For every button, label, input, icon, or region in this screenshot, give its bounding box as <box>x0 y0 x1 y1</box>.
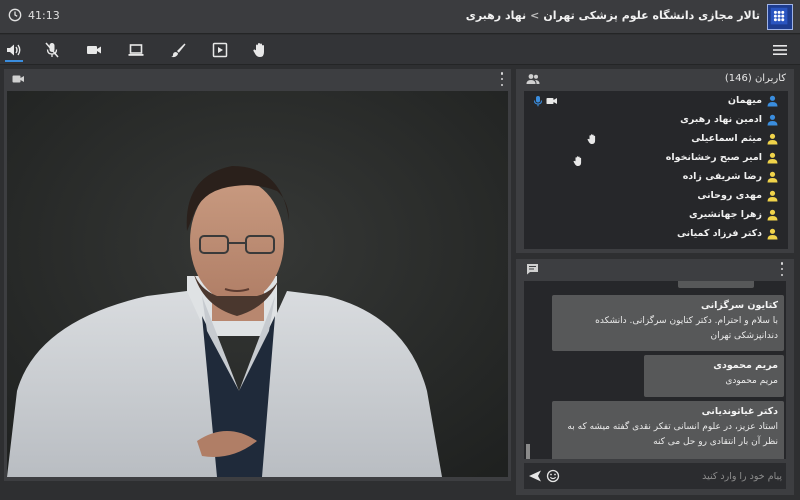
camera-icon <box>546 98 557 104</box>
message-sender: کتایون سرگزانی <box>700 300 778 311</box>
user-row[interactable]: میهمان <box>524 92 788 111</box>
message-text: مریم محمودی <box>725 376 778 386</box>
user-name: رضا شریفی زاده <box>682 171 762 182</box>
play-box-icon <box>212 42 228 58</box>
video-panel-header <box>4 69 511 89</box>
user-row[interactable]: زهرا جهانشیری <box>524 206 788 225</box>
chat-options-menu-icon[interactable] <box>779 262 785 276</box>
user-row[interactable]: میثم اسماعیلی <box>524 130 788 149</box>
presenter-video-image <box>7 91 508 477</box>
microphone-off-icon <box>45 42 59 58</box>
whiteboard-button[interactable] <box>167 40 189 60</box>
university-logo <box>767 4 793 30</box>
user-role-icon <box>767 228 778 240</box>
user-name: ادمین نهاد رهبری <box>680 114 762 125</box>
microphone-icon <box>533 96 543 107</box>
raised-hand-icon <box>587 134 596 144</box>
message-text: استاد عزیز، در علوم انسانی تفکر نقدی گفت… <box>567 422 778 447</box>
room-name: تالار مجازی دانشگاه علوم پزشکی تهران <box>543 9 760 22</box>
active-tool-indicator <box>5 60 23 62</box>
user-name: امیر صبح رخشانخواه <box>665 152 762 163</box>
chat-message: کتایون سرگزانی با سلام و احترام. دکتر کت… <box>552 295 784 351</box>
clock-icon <box>8 8 22 22</box>
raise-hand-button[interactable] <box>249 40 271 60</box>
user-role-icon <box>767 95 778 107</box>
user-name: میثم اسماعیلی <box>691 133 762 144</box>
chat-panel: کتایون سرگزانی با سلام و احترام. دکتر کت… <box>516 259 794 495</box>
chat-message <box>678 281 754 288</box>
user-role-icon <box>767 171 778 183</box>
camera-icon <box>87 46 101 54</box>
chat-input-bar <box>524 463 786 489</box>
top-bar: 41:13 تالار مجازی دانشگاه علوم پزشکی تهر… <box>0 0 800 34</box>
chat-message: مریم محمودی مریم محمودی <box>644 355 784 397</box>
speaker-icon <box>7 44 21 56</box>
breadcrumb: تالار مجازی دانشگاه علوم پزشکی تهران>نها… <box>466 9 760 22</box>
user-role-icon <box>767 133 778 145</box>
user-row[interactable]: رضا شریفی زاده <box>524 168 788 187</box>
user-name: مهدی روحانی <box>697 190 762 201</box>
brush-icon <box>171 43 186 58</box>
speaker-button[interactable] <box>3 40 25 60</box>
logo-emblem-icon <box>770 7 788 25</box>
message-sender: دکتر غیاثوندیانی <box>701 406 778 417</box>
chat-bubble-icon <box>527 264 538 275</box>
timer-text: 41:13 <box>28 8 60 22</box>
chat-panel-header <box>516 259 794 279</box>
user-role-icon <box>767 152 778 164</box>
users-group-icon <box>526 74 540 84</box>
laptop-icon <box>128 44 144 56</box>
user-row[interactable]: امیر صبح رخشانخواه <box>524 149 788 168</box>
media-player-button[interactable] <box>209 40 231 60</box>
chat-messages[interactable]: کتایون سرگزانی با سلام و احترام. دکتر کت… <box>524 281 786 459</box>
message-sender: مریم محمودی <box>713 360 778 371</box>
users-panel: کاربران (146) میهمان ادمین نهاد رهبری می… <box>516 69 794 253</box>
user-name: زهرا جهانشیری <box>689 209 762 220</box>
user-role-icon <box>767 209 778 221</box>
user-name: میهمان <box>727 95 762 106</box>
send-icon[interactable] <box>528 469 542 483</box>
room-subtitle: نهاد رهبری <box>465 9 527 22</box>
hand-icon <box>253 43 264 57</box>
screen-share-button[interactable] <box>125 40 147 60</box>
users-list: میهمان ادمین نهاد رهبری میثم اسماعیلی ام… <box>524 91 788 249</box>
user-row[interactable]: دکتر فرزاد کمیانی <box>524 225 788 244</box>
users-panel-header: کاربران (146) <box>516 69 794 89</box>
camera-button[interactable] <box>83 40 105 60</box>
video-panel <box>4 69 511 481</box>
user-row[interactable]: ادمین نهاد رهبری <box>524 111 788 130</box>
chat-message: دکتر غیاثوندیانی استاد عزیز، در علوم انس… <box>552 401 784 459</box>
toolbar <box>0 35 800 65</box>
video-feed[interactable] <box>7 91 508 477</box>
breadcrumb-separator: > <box>530 9 540 22</box>
message-text: با سلام و احترام. دکتر کتایون سرگزانی. د… <box>595 316 778 341</box>
raised-hand-icon <box>573 156 582 166</box>
hamburger-menu-icon[interactable] <box>772 43 788 57</box>
chat-message-input[interactable] <box>564 466 782 486</box>
user-name: دکتر فرزاد کمیانی <box>676 228 762 239</box>
users-count-title: کاربران (146) <box>724 73 786 84</box>
user-row[interactable]: مهدی روحانی <box>524 187 788 206</box>
chat-scrollbar[interactable] <box>526 281 530 459</box>
emoji-icon[interactable] <box>546 469 560 483</box>
microphone-button[interactable] <box>41 40 63 60</box>
user-role-icon <box>767 114 778 126</box>
session-timer: 41:13 <box>8 8 60 22</box>
video-options-menu-icon[interactable] <box>499 72 505 86</box>
user-role-icon <box>767 190 778 202</box>
chat-scrollbar-thumb[interactable] <box>526 444 530 459</box>
video-camera-icon <box>12 75 24 83</box>
